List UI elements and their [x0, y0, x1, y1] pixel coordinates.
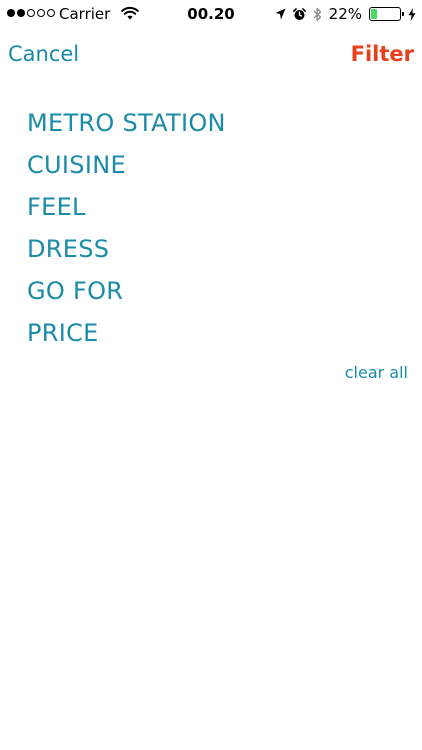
navigation-bar: Cancel Filter [0, 40, 422, 74]
bluetooth-icon [313, 7, 321, 21]
status-right-group: 22% [275, 4, 416, 24]
status-bar: Carrier 00.20 22% [0, 0, 422, 28]
clear-all-button[interactable]: clear all [345, 363, 408, 382]
battery-percentage: 22% [328, 5, 362, 23]
charging-bolt-icon [408, 7, 416, 21]
battery-cap [402, 12, 404, 16]
filter-item-dress[interactable]: DRESS [27, 228, 226, 270]
filter-button[interactable]: Filter [351, 42, 414, 66]
location-arrow-icon [275, 8, 286, 20]
alarm-icon [292, 7, 306, 20]
filter-category-list: METRO STATION CUISINE FEEL DRESS GO FOR … [27, 102, 226, 354]
filter-item-cuisine[interactable]: CUISINE [27, 144, 226, 186]
cancel-button[interactable]: Cancel [8, 42, 79, 66]
filter-item-metro-station[interactable]: METRO STATION [27, 102, 226, 144]
battery-fill [371, 9, 378, 19]
filter-item-go-for[interactable]: GO FOR [27, 270, 226, 312]
filter-item-feel[interactable]: FEEL [27, 186, 226, 228]
battery-icon [369, 7, 404, 21]
filter-item-price[interactable]: PRICE [27, 312, 226, 354]
